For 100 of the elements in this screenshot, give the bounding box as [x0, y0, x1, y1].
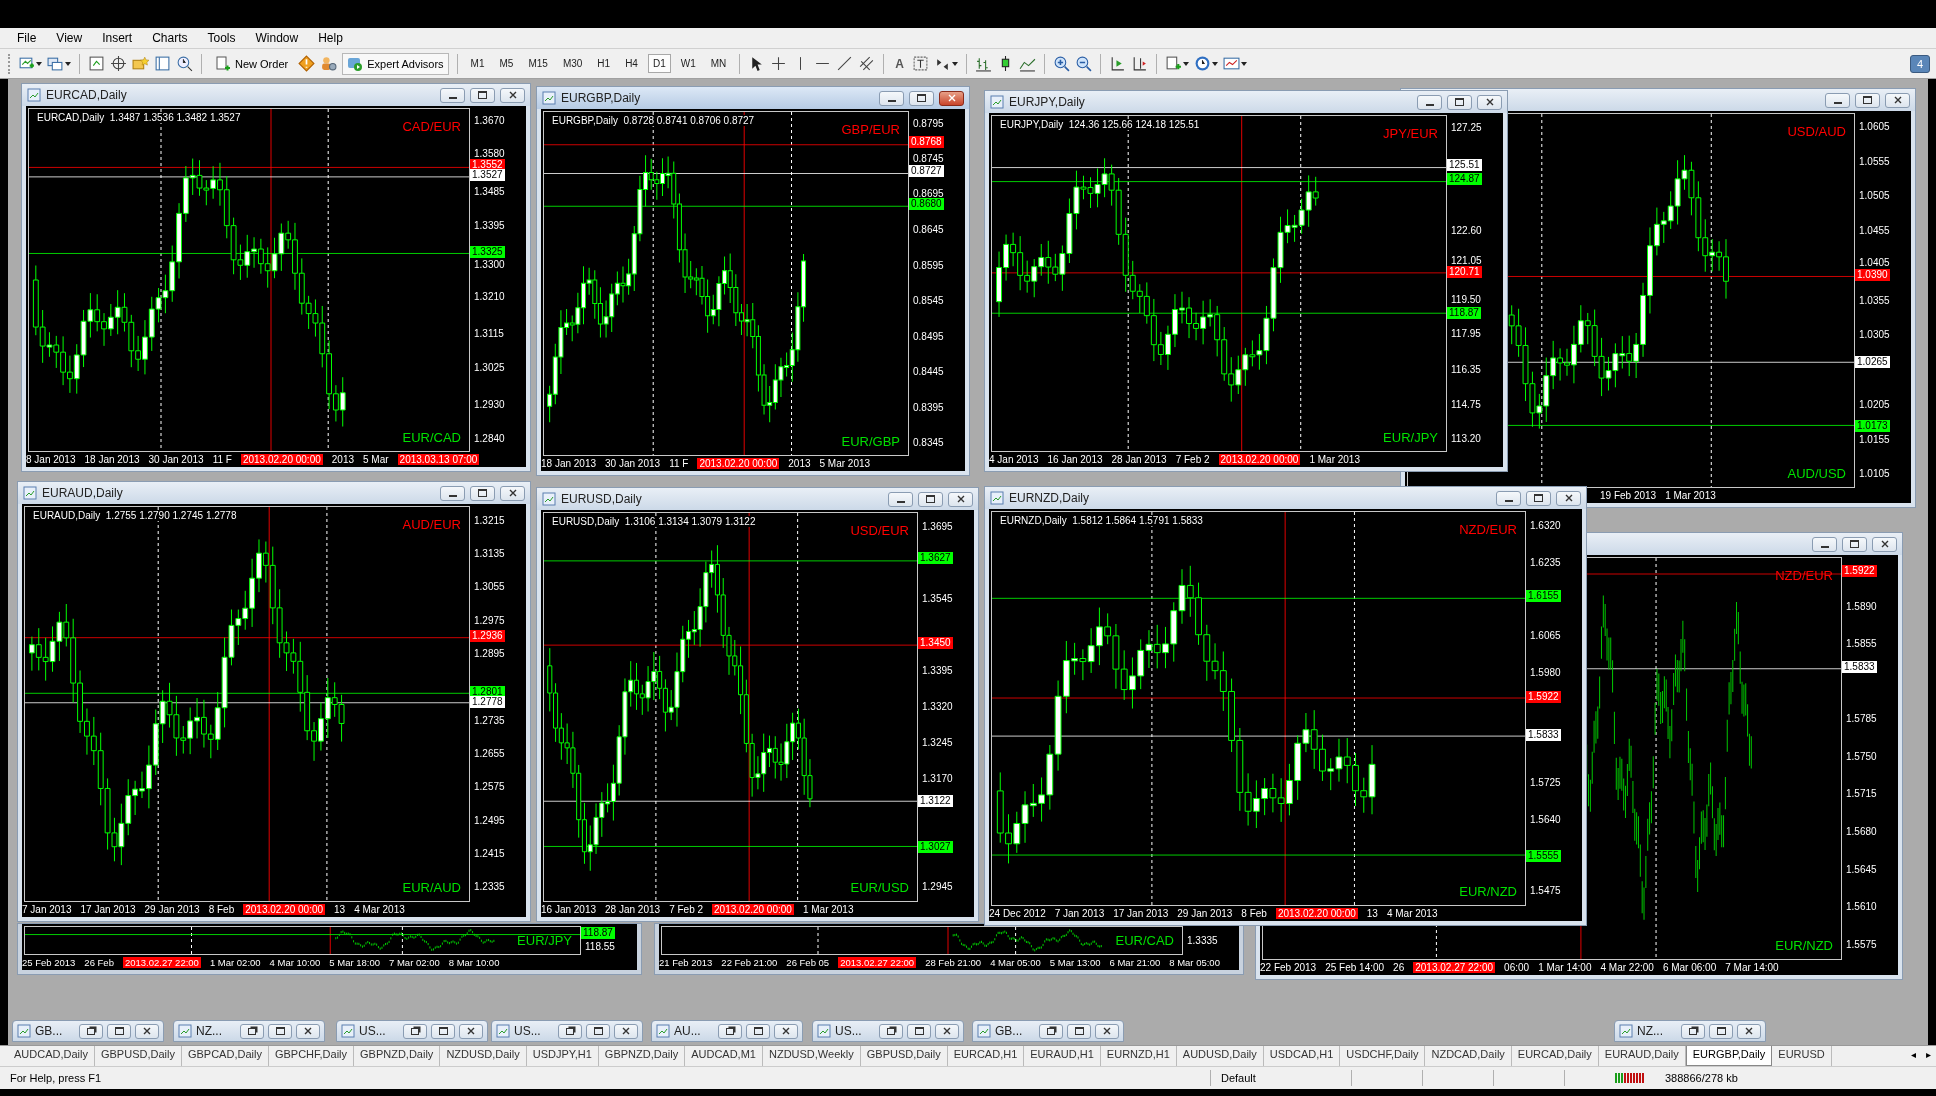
date-label: 28 Jan 2013	[605, 904, 661, 915]
new-order-button[interactable]: New Order	[210, 52, 294, 75]
date-label: 4 Mar 10:00	[269, 957, 321, 968]
price-tick: 1.3115	[474, 327, 504, 339]
price-tick: 1.3335	[1187, 934, 1218, 945]
price-tick: 1.5680	[1846, 825, 1877, 837]
date-label: 5 Mar 18:00	[329, 957, 380, 968]
price-tick: 1.5475	[1530, 884, 1561, 896]
price-tick: 1.2495	[474, 814, 505, 825]
price-tag: 1.3027	[918, 840, 953, 853]
date-label: 30 Jan 2013	[148, 454, 204, 465]
price-tick: 1.0405	[1859, 256, 1890, 268]
price-tick: 1.3215	[474, 514, 505, 526]
crosshair-date-label: 2013.02.27 22:00	[122, 957, 201, 968]
notification-badge[interactable]: 4	[1909, 54, 1930, 73]
date-label: 13	[334, 904, 346, 915]
timeframe-button[interactable]: M15	[523, 54, 553, 73]
expert-advisors-button[interactable]: Expert Advisors	[342, 52, 449, 75]
pair-label: JPY/EUR	[1383, 126, 1438, 141]
minimized-window[interactable]: NZ...	[1614, 1020, 1766, 1042]
timeframe-button[interactable]: D1	[647, 54, 671, 73]
date-label: 21 Feb 2013	[659, 957, 713, 968]
minimized-window[interactable]: US...	[812, 1020, 964, 1042]
date-label: 22 Feb 2013	[1260, 962, 1317, 973]
menu-item[interactable]: File	[8, 31, 46, 45]
window-title: NZ...	[196, 1024, 222, 1038]
price-tag: 118.87	[1447, 306, 1481, 319]
chart-info: EURUSD,Daily 1.3106 1.3134 1.3079 1.3122	[550, 516, 758, 527]
price-tick: 1.0605	[1859, 120, 1890, 132]
timeframe-button[interactable]: H4	[620, 54, 643, 73]
date-label: 22 Feb 21:00	[721, 957, 778, 968]
date-label: 1 Mar 2013	[1309, 454, 1360, 465]
timeframe-button[interactable]: M1	[465, 54, 490, 73]
price-tick: 1.3695	[922, 520, 953, 532]
minimized-window[interactable]: US...	[336, 1020, 488, 1042]
date-label: 4 Mar 2013	[1386, 908, 1438, 919]
date-label: 2013	[331, 454, 354, 465]
price-tag: 125.51	[1447, 159, 1482, 172]
price-tick: 1.3300	[474, 258, 505, 270]
date-label: 1 Mar 14:00	[1538, 962, 1592, 973]
date-label: 2013	[788, 458, 811, 469]
text-tool-button[interactable]: A	[892, 56, 907, 71]
minimized-window[interactable]: GB...	[972, 1020, 1124, 1042]
window-title: US...	[359, 1024, 386, 1038]
price-tick: 1.3670	[474, 114, 505, 126]
price-tick: 116.35	[1451, 363, 1481, 374]
timeframe-button[interactable]: H1	[592, 54, 616, 73]
price-tick: 1.6065	[1530, 629, 1561, 641]
timeframe-button[interactable]: M5	[494, 54, 519, 73]
crosshair-date-label: 2013.02.20 00:00	[1218, 454, 1301, 465]
chart-info: EURAUD,Daily 1.2755 1.2790 1.2745 1.2778	[31, 510, 239, 521]
menu-item[interactable]: Tools	[198, 31, 245, 45]
date-label: 7 Jan 2013	[22, 904, 72, 915]
price-tag: 124.87	[1447, 173, 1482, 186]
menu-item[interactable]: Insert	[93, 31, 142, 45]
price-tick: 1.2575	[474, 780, 505, 792]
menu-item[interactable]: View	[47, 31, 92, 45]
menu-item[interactable]: Help	[309, 31, 352, 45]
price-tag: 1.5922	[1842, 565, 1877, 578]
price-tag: 1.0265	[1855, 355, 1890, 368]
price-tick: 0.8395	[913, 401, 944, 413]
price-tick: 1.0205	[1859, 398, 1890, 410]
price-tick: 1.0455	[1859, 224, 1890, 236]
menu-item[interactable]: Window	[246, 31, 308, 45]
minimized-window[interactable]: GB...	[12, 1020, 164, 1042]
tab-scroll-button[interactable]: ◂	[1906, 1046, 1921, 1066]
price-tick: 1.0555	[1859, 155, 1890, 167]
tab-scroll-button[interactable]: ▸	[1921, 1046, 1936, 1066]
minimized-window[interactable]: US...	[491, 1020, 643, 1042]
pair-label: EUR/AUD	[402, 880, 461, 895]
pair-label: EUR/JPY	[1383, 430, 1438, 445]
price-tick: 1.3545	[922, 592, 953, 604]
timeframe-button[interactable]: W1	[675, 54, 701, 73]
window-title: GB...	[35, 1024, 63, 1038]
price-tick: 1.5715	[1846, 787, 1877, 799]
price-tick: 0.8545	[913, 294, 944, 306]
date-label: 7 Mar 02:00	[389, 957, 440, 968]
price-tick: 1.0505	[1859, 189, 1890, 201]
pair-label: NZD/EUR	[1459, 522, 1517, 537]
window-title: EURJPY,Daily	[1009, 95, 1085, 109]
price-tick: 127.25	[1451, 121, 1482, 133]
pair-label: EUR/GBP	[841, 434, 900, 449]
window-title: NZ...	[1637, 1024, 1663, 1038]
pair-label: EUR/CAD	[402, 430, 461, 445]
pair-label: AUD/EUR	[402, 517, 461, 532]
pair-label: USD/EUR	[850, 523, 909, 538]
minimized-window[interactable]: AU...	[651, 1020, 803, 1042]
menu-item[interactable]: Charts	[143, 31, 197, 45]
price-tick: 1.2735	[474, 714, 505, 726]
timeframe-button[interactable]: MN	[705, 54, 732, 73]
crosshair-date-label: 2013.02.20 00:00	[240, 454, 323, 465]
chart-tab[interactable]: EURGBP,Daily	[1685, 1046, 1773, 1066]
price-tick: 1.5750	[1846, 750, 1877, 762]
price-tag: 1.3450	[918, 637, 953, 650]
price-tag: 1.5922	[1526, 690, 1561, 703]
price-tick: 113.20	[1451, 432, 1481, 444]
date-label: 25 Feb 14:00	[1325, 962, 1385, 973]
timeframe-button[interactable]: M30	[557, 54, 588, 73]
date-label: 1 Mar 02:00	[209, 957, 261, 968]
minimized-window[interactable]: NZ...	[173, 1020, 325, 1042]
